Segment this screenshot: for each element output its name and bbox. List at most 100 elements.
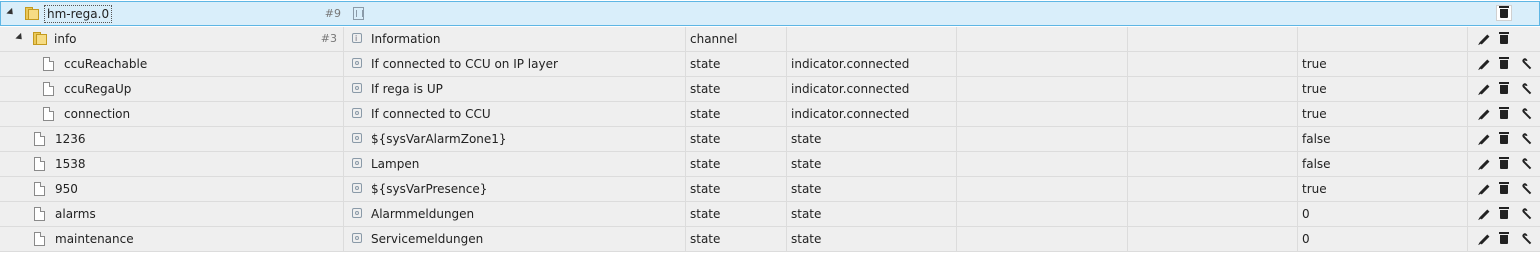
settings-button[interactable] xyxy=(1519,107,1533,121)
object-description: ${sysVarAlarmZone1} xyxy=(371,132,507,146)
settings-button[interactable] xyxy=(1519,157,1533,171)
delete-button[interactable] xyxy=(1497,157,1511,171)
tree-row-state[interactable]: ccuRegaUp If rega is UP state indicator.… xyxy=(0,77,1540,102)
object-name: 950 xyxy=(55,182,78,196)
state-icon xyxy=(352,183,362,193)
file-icon xyxy=(34,232,45,246)
object-value[interactable]: true xyxy=(1298,57,1327,71)
object-name: 1538 xyxy=(55,157,86,171)
settings-button[interactable] xyxy=(1519,82,1533,96)
edit-button[interactable] xyxy=(1477,57,1491,71)
delete-button[interactable] xyxy=(1497,182,1511,196)
edit-button[interactable] xyxy=(1477,107,1491,121)
object-value[interactable]: 0 xyxy=(1298,232,1310,246)
object-role: indicator.connected xyxy=(791,82,910,96)
wrench-icon xyxy=(1522,185,1532,195)
tree-row-state[interactable]: connection If connected to CCU state ind… xyxy=(0,102,1540,127)
object-type: state xyxy=(690,132,721,146)
wrench-icon xyxy=(1522,235,1532,245)
trash-icon xyxy=(1499,107,1509,119)
object-description: ${sysVarPresence} xyxy=(371,182,488,196)
function-cell xyxy=(1128,127,1298,151)
object-description: Alarmmeldungen xyxy=(371,207,475,221)
trash-icon xyxy=(1499,32,1509,44)
tree-row-state[interactable]: 1236 ${sysVarAlarmZone1} state state fal… xyxy=(0,127,1540,152)
file-icon xyxy=(43,57,54,71)
settings-button[interactable] xyxy=(1519,207,1533,221)
object-type: state xyxy=(690,157,721,171)
object-type: state xyxy=(690,182,721,196)
delete-button[interactable] xyxy=(1497,82,1511,96)
object-description: If connected to CCU xyxy=(371,107,491,121)
settings-button[interactable] xyxy=(1519,232,1533,246)
edit-button[interactable] xyxy=(1477,132,1491,146)
edit-button[interactable] xyxy=(1477,32,1491,46)
trash-icon xyxy=(1499,132,1509,144)
delete-button[interactable] xyxy=(1497,207,1511,221)
room-cell xyxy=(957,177,1128,201)
trash-icon xyxy=(1499,57,1509,69)
pencil-icon xyxy=(1479,209,1490,220)
tree-row-state[interactable]: alarms Alarmmeldungen state state 0 xyxy=(0,202,1540,227)
tree-row-state[interactable]: ccuReachable If connected to CCU on IP l… xyxy=(0,52,1540,77)
object-type: state xyxy=(690,207,721,221)
pencil-icon xyxy=(1479,34,1490,45)
wrench-icon xyxy=(1522,135,1532,145)
folder-icon xyxy=(25,7,39,20)
delete-button[interactable] xyxy=(1497,57,1511,71)
room-cell xyxy=(957,77,1128,101)
state-icon xyxy=(352,233,362,243)
collapse-toggle-icon[interactable] xyxy=(15,32,25,43)
edit-button[interactable] xyxy=(1477,82,1491,96)
trash-icon xyxy=(1499,157,1509,169)
wrench-icon xyxy=(1522,85,1532,95)
object-value[interactable]: false xyxy=(1298,157,1331,171)
tree-row-info[interactable]: info #3 Information channel xyxy=(0,27,1540,52)
object-type: state xyxy=(690,82,721,96)
object-name: ccuReachable xyxy=(64,57,148,71)
tree-row-state[interactable]: 950 ${sysVarPresence} state state true xyxy=(0,177,1540,202)
function-cell xyxy=(1128,152,1298,176)
room-cell xyxy=(957,127,1128,151)
trash-icon xyxy=(1499,207,1509,219)
edit-button[interactable] xyxy=(1477,182,1491,196)
function-cell xyxy=(1128,202,1298,226)
delete-button[interactable] xyxy=(1497,132,1511,146)
file-icon xyxy=(43,82,54,96)
state-icon xyxy=(352,133,362,143)
settings-button[interactable] xyxy=(1519,182,1533,196)
tree-row-state[interactable]: 1538 Lampen state state false xyxy=(0,152,1540,177)
delete-button[interactable] xyxy=(1497,32,1511,46)
wrench-icon xyxy=(1522,160,1532,170)
edit-button[interactable] xyxy=(1477,232,1491,246)
delete-button[interactable] xyxy=(1497,107,1511,121)
object-value[interactable]: 0 xyxy=(1298,207,1310,221)
function-cell xyxy=(1128,102,1298,126)
object-type: state xyxy=(690,107,721,121)
tree-row-state[interactable]: maintenance Servicemeldungen state state… xyxy=(0,227,1540,252)
settings-button[interactable] xyxy=(1519,57,1533,71)
delete-button[interactable] xyxy=(1497,232,1511,246)
pencil-icon xyxy=(1479,184,1490,195)
tree-row-root[interactable]: hm-rega.0 #9 xyxy=(0,1,1540,26)
function-cell xyxy=(1128,227,1298,251)
object-value[interactable]: true xyxy=(1298,82,1327,96)
object-value[interactable]: true xyxy=(1298,182,1327,196)
wrench-icon xyxy=(1522,60,1532,70)
function-cell xyxy=(1128,77,1298,101)
state-icon xyxy=(352,83,362,93)
edit-button[interactable] xyxy=(1477,207,1491,221)
trash-icon xyxy=(1499,6,1509,18)
settings-button[interactable] xyxy=(1519,132,1533,146)
file-icon xyxy=(43,107,54,121)
object-value[interactable]: true xyxy=(1298,107,1327,121)
file-icon xyxy=(34,132,45,146)
function-cell xyxy=(1128,52,1298,76)
object-type: channel xyxy=(690,32,738,46)
object-description: If connected to CCU on IP layer xyxy=(371,57,558,71)
collapse-toggle-icon[interactable] xyxy=(6,7,16,18)
object-description: Lampen xyxy=(371,157,420,171)
object-value[interactable]: false xyxy=(1298,132,1331,146)
edit-button[interactable] xyxy=(1477,157,1491,171)
delete-root-button[interactable] xyxy=(1496,5,1512,21)
